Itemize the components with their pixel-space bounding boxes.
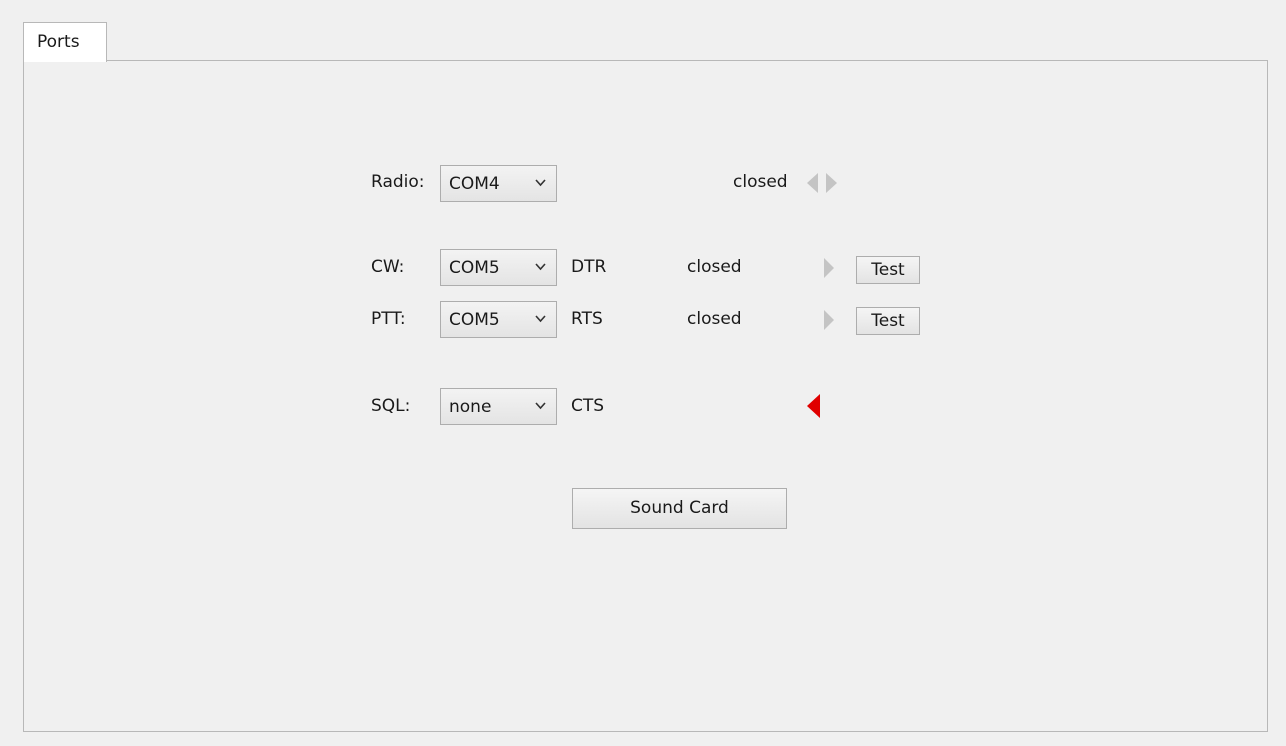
sql-port-select[interactable]: none xyxy=(440,388,557,425)
tab-ports[interactable]: Ports xyxy=(23,22,107,62)
sql-label: SQL: xyxy=(371,396,411,416)
chevron-down-icon xyxy=(535,315,546,323)
ptt-test-label: Test xyxy=(871,311,905,331)
radio-label: Radio: xyxy=(371,172,425,192)
cw-test-button[interactable]: Test xyxy=(856,256,920,284)
radio-status: closed xyxy=(733,172,788,192)
ptt-port-select[interactable]: COM5 xyxy=(440,301,557,338)
radio-port-value: COM4 xyxy=(449,174,500,194)
cw-line: DTR xyxy=(571,257,607,277)
sql-port-value: none xyxy=(449,397,492,417)
cw-label: CW: xyxy=(371,257,405,277)
ptt-status: closed xyxy=(687,309,742,329)
arrow-right-icon xyxy=(824,310,834,330)
chevron-down-icon xyxy=(535,179,546,187)
tab-ports-label: Ports xyxy=(37,32,80,52)
arrow-right-icon xyxy=(824,258,834,278)
ptt-label: PTT: xyxy=(371,309,406,329)
radio-port-select[interactable]: COM4 xyxy=(440,165,557,202)
ports-panel xyxy=(23,60,1268,732)
ptt-line: RTS xyxy=(571,309,603,329)
chevron-down-icon xyxy=(535,402,546,410)
sound-card-button[interactable]: Sound Card xyxy=(572,488,787,529)
cw-status: closed xyxy=(687,257,742,277)
sound-card-label: Sound Card xyxy=(630,498,729,518)
ptt-port-value: COM5 xyxy=(449,310,500,330)
sql-line: CTS xyxy=(571,396,605,416)
arrows-left-right-icon xyxy=(807,173,837,193)
cw-port-value: COM5 xyxy=(449,258,500,278)
ptt-test-button[interactable]: Test xyxy=(856,307,920,335)
cw-port-select[interactable]: COM5 xyxy=(440,249,557,286)
arrow-left-icon xyxy=(807,394,820,418)
chevron-down-icon xyxy=(535,263,546,271)
cw-test-label: Test xyxy=(871,260,905,280)
ports-window: Ports Radio: COM4 closed CW: COM5 DTR cl… xyxy=(0,0,1286,746)
